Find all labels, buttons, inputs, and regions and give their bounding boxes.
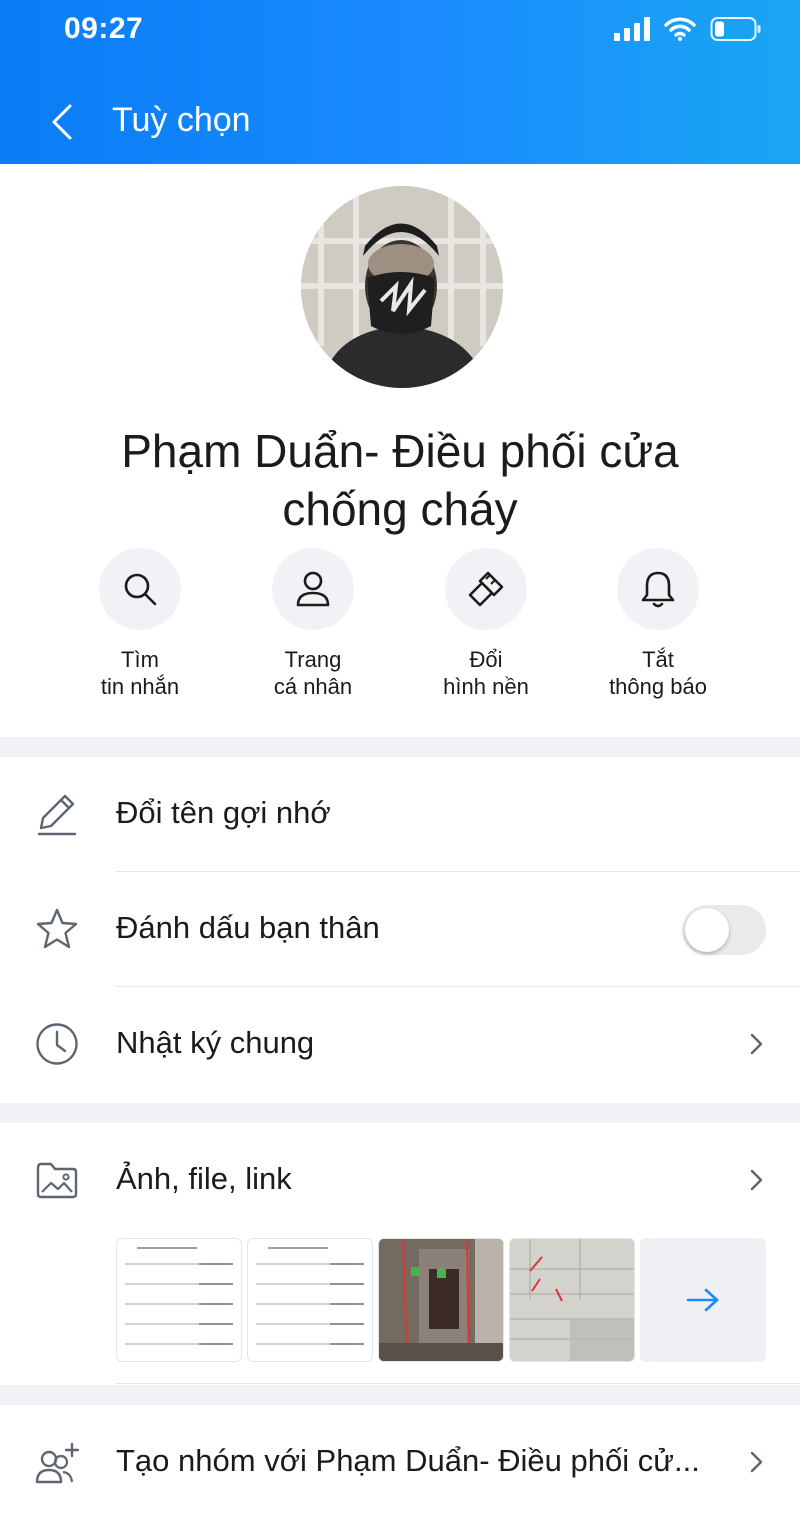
search-messages-label-line1: Tìm xyxy=(121,647,159,672)
rename-nickname-label: Đổi tên gợi nhớ xyxy=(116,795,331,830)
change-wallpaper-label-line2: hình nền xyxy=(443,674,529,699)
section-separator xyxy=(0,1385,800,1405)
mute-notifications-label-line1: Tắt xyxy=(642,647,674,672)
media-thumbnails xyxy=(116,1238,766,1362)
chevron-left-icon xyxy=(52,104,72,140)
cellular-signal-icon xyxy=(614,17,650,41)
arrow-right-icon xyxy=(686,1288,719,1312)
add-group-icon xyxy=(35,1442,80,1484)
page-title: Tuỳ chọn xyxy=(112,101,251,139)
pencil-icon xyxy=(37,794,77,836)
media-thumbnail[interactable] xyxy=(247,1238,373,1362)
media-files-links-row[interactable]: Ảnh, file, link xyxy=(0,1123,800,1238)
change-wallpaper-button[interactable] xyxy=(445,548,527,630)
shared-timeline-row[interactable]: Nhật ký chung xyxy=(0,987,800,1102)
best-friend-row[interactable]: Đánh dấu bạn thân xyxy=(0,872,800,987)
search-messages-button[interactable] xyxy=(99,548,181,630)
section-separator xyxy=(0,737,800,757)
toggle-knob xyxy=(685,908,729,952)
quick-actions: Tìm tin nhắn Trang cá nhân Đổi hình nền … xyxy=(54,548,744,708)
back-button[interactable] xyxy=(40,98,84,146)
star-icon xyxy=(36,908,78,949)
bell-icon xyxy=(641,571,675,608)
chevron-right-icon xyxy=(750,1033,763,1055)
mute-notifications-action[interactable]: Tắt thông báo xyxy=(572,548,744,700)
change-wallpaper-action[interactable]: Đổi hình nền xyxy=(400,548,572,700)
avatar-photo xyxy=(301,186,503,388)
media-thumbnail[interactable] xyxy=(116,1238,242,1362)
create-group-label: Tạo nhóm với Phạm Duẩn- Điều phối cử... xyxy=(116,1443,700,1478)
chevron-right-icon xyxy=(750,1451,763,1473)
row-divider xyxy=(116,1383,800,1384)
search-messages-action[interactable]: Tìm tin nhắn xyxy=(54,548,226,700)
image-folder-icon xyxy=(36,1162,78,1199)
profile-page-action[interactable]: Trang cá nhân xyxy=(227,548,399,700)
status-time: 09:27 xyxy=(64,12,144,45)
rename-nickname-row[interactable]: Đổi tên gợi nhớ xyxy=(0,757,800,872)
wifi-icon xyxy=(664,17,696,41)
shared-timeline-label: Nhật ký chung xyxy=(116,1025,315,1060)
status-icons xyxy=(614,16,762,42)
section-separator xyxy=(0,1103,800,1123)
profile-page-label-line2: cá nhân xyxy=(273,674,353,699)
chevron-right-icon xyxy=(750,1169,763,1191)
profile-page-label-line1: Trang xyxy=(284,647,342,672)
battery-icon xyxy=(710,17,761,41)
media-thumbnail[interactable] xyxy=(509,1238,635,1362)
media-thumbnail[interactable] xyxy=(378,1238,504,1362)
person-icon xyxy=(296,571,330,607)
profile-page-button[interactable] xyxy=(272,548,354,630)
search-messages-label-line2: tin nhắn xyxy=(100,674,180,699)
paint-brush-icon xyxy=(468,571,504,607)
app-header: 09:27 Tuỳ chọn xyxy=(0,0,800,164)
create-group-row[interactable]: Tạo nhóm với Phạm Duẩn- Điều phối cử... xyxy=(0,1405,800,1517)
see-more-media-button[interactable] xyxy=(640,1238,766,1362)
best-friend-label: Đánh dấu bạn thân xyxy=(116,910,380,945)
best-friend-toggle[interactable] xyxy=(682,905,766,955)
profile-name: Phạm Duẩn- Điều phối cửa chống cháy xyxy=(121,425,679,535)
search-icon xyxy=(124,573,157,606)
mute-notifications-button[interactable] xyxy=(617,548,699,630)
media-files-links-label: Ảnh, file, link xyxy=(116,1161,292,1196)
change-wallpaper-label-line1: Đổi xyxy=(469,647,503,672)
mute-notifications-label-line2: thông báo xyxy=(609,674,707,699)
clock-icon xyxy=(36,1023,78,1065)
avatar[interactable] xyxy=(301,186,503,388)
